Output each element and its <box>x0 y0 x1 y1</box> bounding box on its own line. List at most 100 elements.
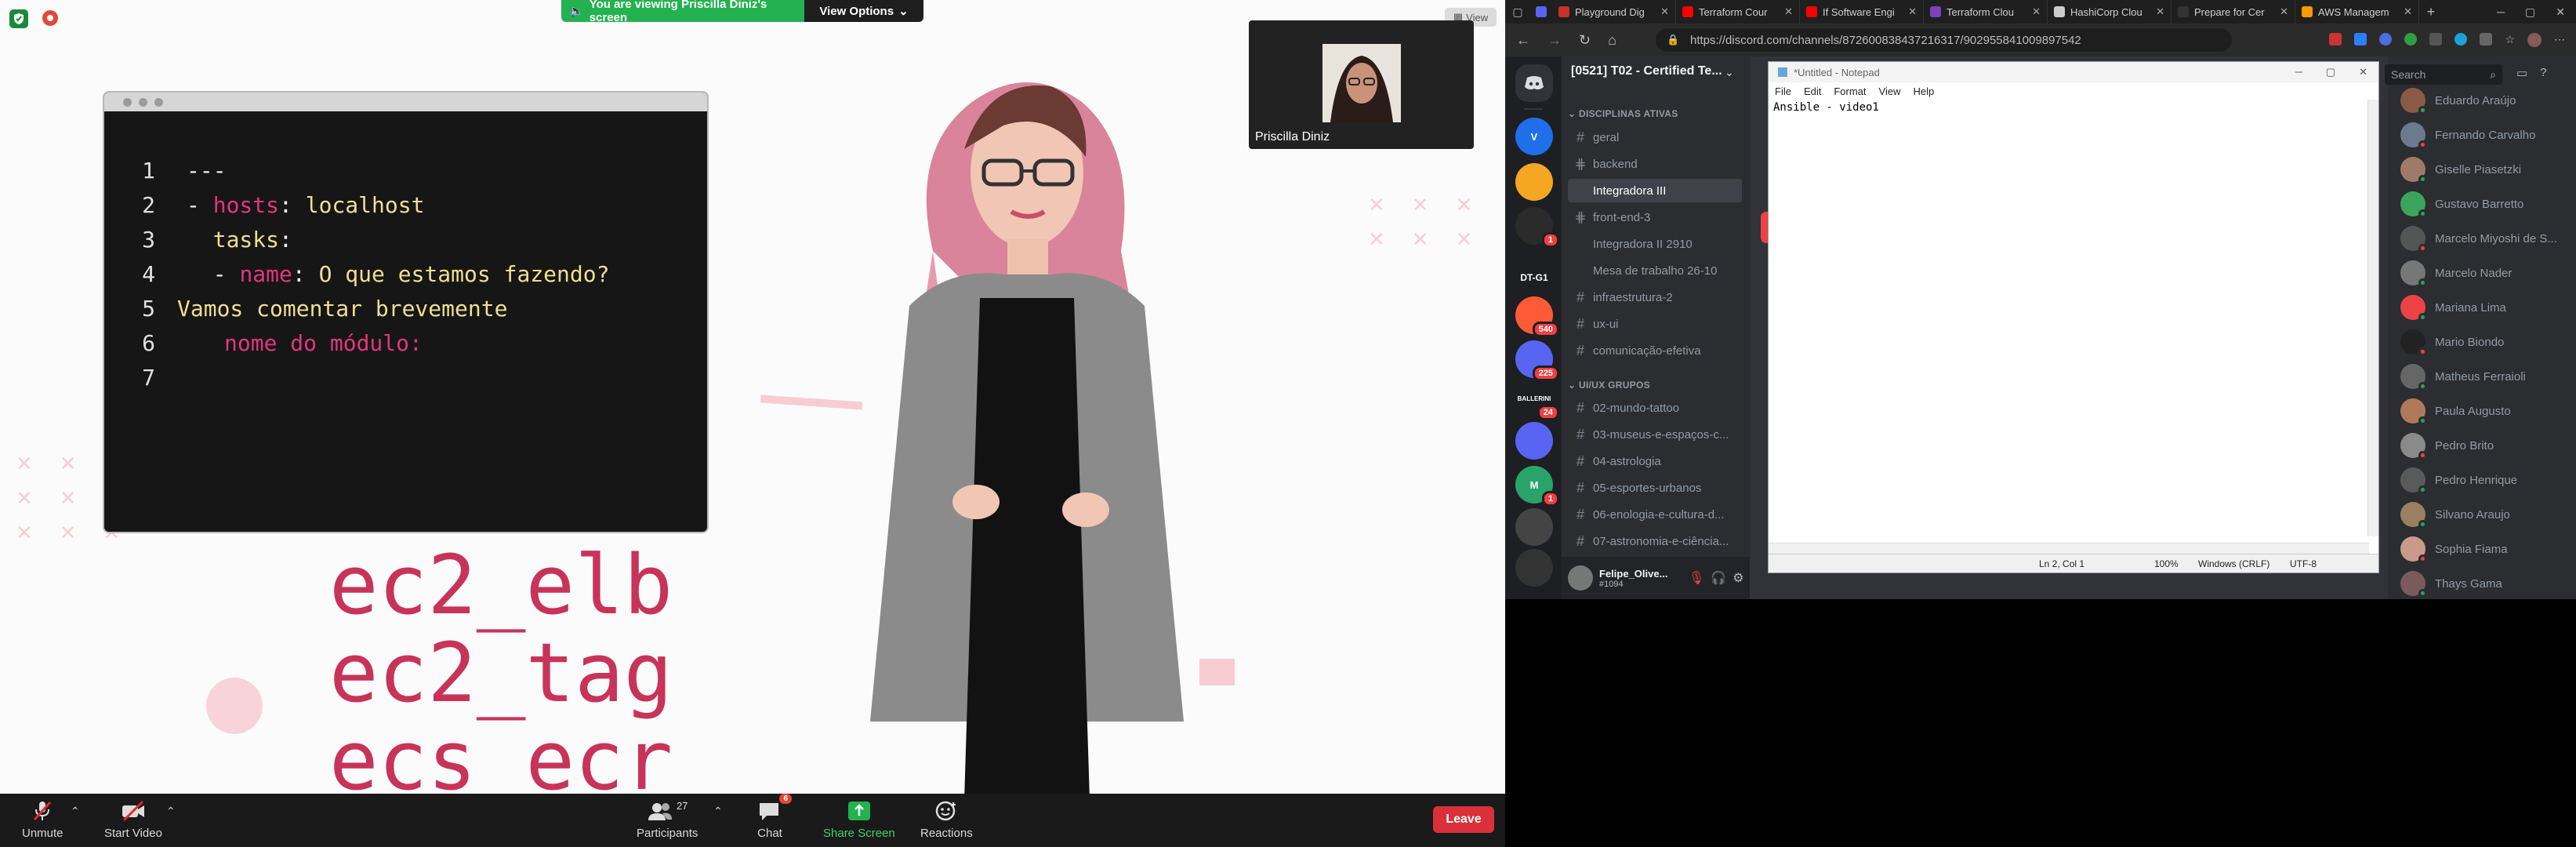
participants-button[interactable]: 27 Participants <box>637 800 698 840</box>
channel-item[interactable]: # comunicação-efetiva <box>1568 339 1742 362</box>
address-bar[interactable]: 🔒 https://discord.com/channels/872600838… <box>1656 28 2232 52</box>
member-item[interactable]: Mario Biondo <box>2400 326 2504 358</box>
reactions-button[interactable]: Reactions <box>920 800 973 840</box>
menu-edit[interactable]: Edit <box>1804 85 1821 97</box>
member-item[interactable]: Thays Gama <box>2400 568 2502 599</box>
category-disciplinas-ativas[interactable]: ⌄ DISCIPLINAS ATIVAS <box>1568 108 1678 119</box>
minimize-icon[interactable]: ─ <box>2497 5 2505 19</box>
member-item[interactable]: Fernando Carvalho <box>2400 119 2535 151</box>
member-item[interactable]: Pedro Brito <box>2400 430 2494 461</box>
channel-item[interactable]: ⋕ backend <box>1568 152 1742 176</box>
extension-icon[interactable] <box>2379 33 2393 45</box>
member-item[interactable]: Eduardo Araújo <box>2400 85 2516 116</box>
chevron-up-icon[interactable]: ⌃ <box>166 805 176 818</box>
channel-item[interactable]: ⋕ front-end-3 <box>1568 205 1742 229</box>
channel-item[interactable]: #07-astronomia-e-ciência... <box>1568 529 1742 553</box>
recording-icon[interactable] <box>42 10 58 26</box>
channel-item[interactable]: Integradora III <box>1568 179 1742 202</box>
server-icon[interactable]: DT-G1 <box>1515 259 1553 296</box>
browser-tab[interactable]: Terraform Clou ✕ <box>1924 0 2048 24</box>
member-item[interactable]: Gustavo Barretto <box>2400 188 2523 220</box>
browser-tab[interactable]: AWS Managem ✕ <box>2295 0 2419 24</box>
category-uiux-grupos[interactable]: ⌄ UI/UX GRUPOS <box>1568 380 1650 391</box>
notepad-text-area[interactable]: Ansible - video1 <box>1769 100 2378 115</box>
share-screen-button[interactable]: Share Screen <box>823 800 895 840</box>
member-item[interactable]: Marcelo Nader <box>2400 257 2512 289</box>
server-icon[interactable]: 1 <box>1515 207 1559 248</box>
member-item[interactable]: Paula Augusto <box>2400 395 2511 427</box>
reload-icon[interactable]: ↻ <box>1579 32 1591 49</box>
server-icon[interactable]: 225 <box>1515 340 1559 381</box>
menu-view[interactable]: View <box>1879 85 1901 97</box>
user-info[interactable]: Felipe_Olive... #1094 <box>1599 568 1682 589</box>
tab-close-icon[interactable]: ✕ <box>2404 5 2412 18</box>
channel-item[interactable]: # ux-ui <box>1568 312 1742 336</box>
browser-tab[interactable]: Prepare for Cer ✕ <box>2171 0 2295 24</box>
extension-icon[interactable] <box>2429 33 2443 45</box>
leave-button[interactable]: Leave <box>1433 806 1494 833</box>
chat-button[interactable]: 6 Chat <box>757 794 792 840</box>
tab-close-icon[interactable]: ✕ <box>2156 5 2164 18</box>
member-item[interactable]: Pedro Henrique <box>2400 464 2517 496</box>
member-item[interactable]: Giselle Piasetzki <box>2400 154 2521 185</box>
chevron-down-icon[interactable]: ⌄ <box>1725 66 1734 79</box>
user-avatar[interactable] <box>1568 565 1593 591</box>
inbox-icon[interactable]: ▭ <box>2516 66 2527 80</box>
channel-item[interactable]: Mesa de trabalho 26-10 <box>1568 259 1742 282</box>
server-icon[interactable] <box>1515 163 1553 201</box>
server-icon[interactable] <box>1515 508 1553 546</box>
forward-arrow-icon[interactable]: → <box>1547 32 1562 49</box>
tab-favicon-discord[interactable] <box>1530 0 1552 24</box>
channel-item[interactable]: # infraestrutura-2 <box>1568 285 1742 309</box>
tab-close-icon[interactable]: ✕ <box>1908 5 1917 18</box>
extension-icon[interactable] <box>2329 33 2342 45</box>
menu-file[interactable]: File <box>1775 85 1791 97</box>
close-icon[interactable]: ✕ <box>2359 66 2367 78</box>
view-options-button[interactable]: View Options ⌄ <box>804 0 923 22</box>
browser-tab[interactable]: Playground Dig ✕ <box>1552 0 1676 24</box>
server-icon[interactable]: 540 <box>1515 296 1559 337</box>
chevron-up-icon[interactable]: ⌃ <box>713 805 723 818</box>
home-icon[interactable]: ⌂ <box>1608 32 1616 49</box>
browser-tab[interactable]: If Software Engi ✕ <box>1800 0 1924 24</box>
favorites-icon[interactable]: ☆ <box>2505 33 2515 47</box>
extension-icon[interactable] <box>2480 33 2493 45</box>
more-menu-icon[interactable]: ⋯ <box>2554 33 2565 47</box>
discord-home-icon[interactable] <box>1515 64 1553 102</box>
extension-icon[interactable] <box>2454 33 2468 45</box>
member-item[interactable]: Sophia Fiama <box>2400 533 2508 565</box>
settings-gear-icon[interactable]: ⚙ <box>1732 570 1743 586</box>
profile-avatar[interactable] <box>2527 33 2542 47</box>
server-icon[interactable] <box>1515 549 1553 587</box>
maximize-icon[interactable]: ▢ <box>2326 66 2335 78</box>
channel-item[interactable]: # geral <box>1568 125 1742 149</box>
channel-item[interactable]: Integradora II 2910 <box>1568 232 1742 256</box>
channel-item[interactable]: #05-esportes-urbanos <box>1568 476 1742 500</box>
menu-help[interactable]: Help <box>1913 85 1934 97</box>
new-tab-button[interactable]: + <box>2419 4 2443 20</box>
maximize-icon[interactable]: ▢ <box>2525 5 2535 19</box>
server-icon[interactable]: M1 <box>1515 466 1559 507</box>
back-arrow-icon[interactable]: ← <box>1516 32 1530 49</box>
tab-close-icon[interactable]: ✕ <box>1660 5 1669 18</box>
horizontal-scrollbar[interactable] <box>1769 543 2369 554</box>
server-icon[interactable] <box>1515 422 1553 460</box>
channel-item[interactable]: #03-museus-e-espaços-c... <box>1568 423 1742 446</box>
extension-icon[interactable] <box>2404 33 2418 45</box>
minimize-icon[interactable]: ─ <box>2295 66 2302 78</box>
vertical-scrollbar[interactable] <box>2367 100 2378 536</box>
member-item[interactable]: Matheus Ferraioli <box>2400 361 2526 392</box>
tab-close-icon[interactable]: ✕ <box>1784 5 1793 18</box>
chevron-up-icon[interactable]: ⌃ <box>71 805 80 818</box>
member-item[interactable]: Marcelo Miyoshi de S... <box>2400 223 2557 254</box>
mute-microphone-icon[interactable]: 🎙 <box>1689 570 1704 586</box>
browser-tab[interactable]: Terraform Cour ✕ <box>1676 0 1800 24</box>
menu-format[interactable]: Format <box>1834 85 1866 97</box>
unmute-button[interactable]: Unmute <box>22 800 63 840</box>
member-item[interactable]: Mariana Lima <box>2400 292 2506 323</box>
close-icon[interactable]: ✕ <box>2556 5 2565 19</box>
channel-item[interactable]: #04-astrologia <box>1568 449 1742 473</box>
headphones-icon[interactable]: 🎧 <box>1711 570 1726 586</box>
server-icon[interactable]: BALLERINI 24 <box>1515 380 1559 420</box>
security-shield-icon[interactable] <box>9 9 28 28</box>
